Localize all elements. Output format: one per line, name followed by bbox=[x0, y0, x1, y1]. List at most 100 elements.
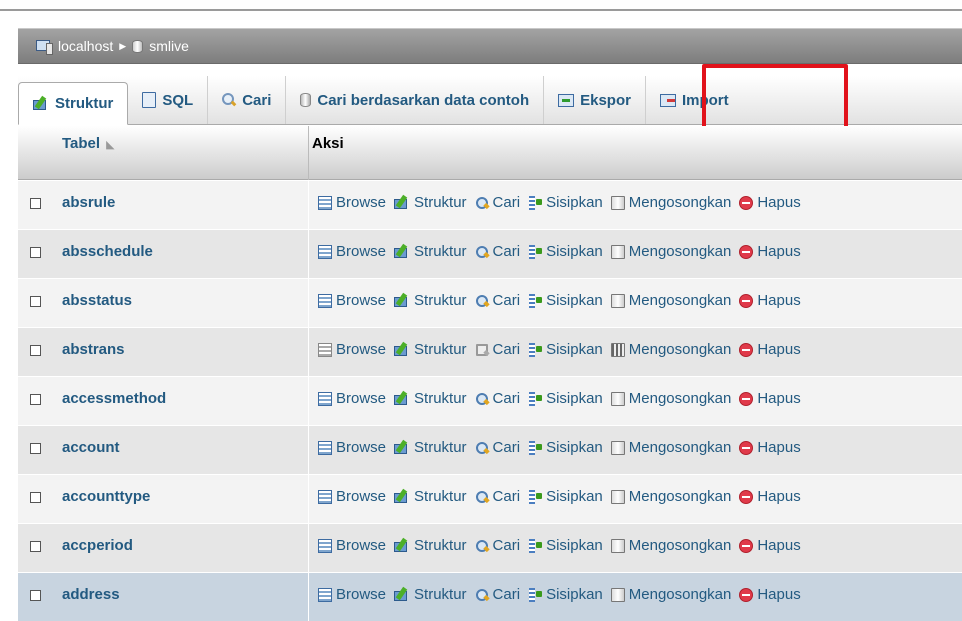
sisipkan-action[interactable]: Sisipkan bbox=[528, 439, 603, 456]
table-name-link[interactable]: abstrans bbox=[62, 341, 125, 358]
table-name-link[interactable]: accessmethod bbox=[62, 390, 166, 407]
browse-icon bbox=[318, 440, 332, 455]
struktur-action[interactable]: Struktur bbox=[394, 586, 467, 603]
breadcrumb-database[interactable]: smlive bbox=[132, 38, 189, 54]
hapus-action[interactable]: Hapus bbox=[739, 537, 801, 554]
row-divider bbox=[308, 377, 309, 425]
table-row[interactable]: absrule Browse Struktur Cari Sisipkan Mengoso… bbox=[18, 180, 962, 229]
cari-action[interactable]: Cari bbox=[475, 488, 520, 505]
table-row[interactable]: accessmethod Browse Struktur Cari Sisipkan Me… bbox=[18, 376, 962, 425]
table-row[interactable]: absschedule Browse Struktur Cari Sisipkan Men… bbox=[18, 229, 962, 278]
tab-ekspor[interactable]: Ekspor bbox=[544, 76, 646, 124]
hapus-action[interactable]: Hapus bbox=[739, 586, 801, 603]
table-name-link[interactable]: accounttype bbox=[62, 488, 150, 505]
mengosongkan-action[interactable]: Mengosongkan bbox=[610, 488, 731, 505]
sisipkan-action[interactable]: Sisipkan bbox=[528, 537, 603, 554]
hapus-action[interactable]: Hapus bbox=[739, 390, 801, 407]
browse-action[interactable]: Browse bbox=[318, 341, 386, 358]
sisipkan-action[interactable]: Sisipkan bbox=[528, 390, 603, 407]
struktur-action[interactable]: Struktur bbox=[394, 488, 467, 505]
browse-action[interactable]: Browse bbox=[318, 194, 386, 211]
row-actions: Browse Struktur Cari Sisipkan Mengosongkan Ha… bbox=[318, 586, 809, 603]
cari-action[interactable]: Cari bbox=[475, 292, 520, 309]
row-checkbox[interactable] bbox=[30, 394, 41, 405]
table-row[interactable]: account Browse Struktur Cari Sisipkan Mengoso… bbox=[18, 425, 962, 474]
browse-action[interactable]: Browse bbox=[318, 243, 386, 260]
empty-icon bbox=[610, 195, 625, 210]
browse-action[interactable]: Browse bbox=[318, 439, 386, 456]
insert-icon bbox=[528, 244, 543, 259]
struktur-action[interactable]: Struktur bbox=[394, 194, 467, 211]
cari-action[interactable]: Cari bbox=[475, 586, 520, 603]
row-checkbox[interactable] bbox=[30, 590, 41, 601]
hapus-action[interactable]: Hapus bbox=[739, 439, 801, 456]
row-checkbox[interactable] bbox=[30, 296, 41, 307]
tab-query-by-example[interactable]: Cari berdasarkan data contoh bbox=[286, 76, 545, 124]
table-row[interactable]: accperiod Browse Struktur Cari Sisipkan Mengo… bbox=[18, 523, 962, 572]
hapus-action[interactable]: Hapus bbox=[739, 292, 801, 309]
sisipkan-action[interactable]: Sisipkan bbox=[528, 586, 603, 603]
table-name-link[interactable]: account bbox=[62, 439, 120, 456]
cari-action[interactable]: Cari bbox=[475, 341, 520, 358]
sisipkan-action[interactable]: Sisipkan bbox=[528, 194, 603, 211]
struktur-action[interactable]: Struktur bbox=[394, 341, 467, 358]
row-checkbox[interactable] bbox=[30, 247, 41, 258]
cari-action[interactable]: Cari bbox=[475, 537, 520, 554]
server-icon bbox=[36, 39, 53, 55]
mengosongkan-action[interactable]: Mengosongkan bbox=[610, 586, 731, 603]
table-name-link[interactable]: absstatus bbox=[62, 292, 132, 309]
table-row[interactable]: absstatus Browse Struktur Cari Sisipkan Mengo… bbox=[18, 278, 962, 327]
struktur-action[interactable]: Struktur bbox=[394, 243, 467, 260]
struktur-action[interactable]: Struktur bbox=[394, 292, 467, 309]
browse-action[interactable]: Browse bbox=[318, 537, 386, 554]
table-name-link[interactable]: absrule bbox=[62, 194, 115, 211]
row-checkbox[interactable] bbox=[30, 198, 41, 209]
cari-action[interactable]: Cari bbox=[475, 194, 520, 211]
table-row[interactable]: accounttype Browse Struktur Cari Sisipkan Men… bbox=[18, 474, 962, 523]
sisipkan-action[interactable]: Sisipkan bbox=[528, 243, 603, 260]
database-label[interactable]: smlive bbox=[149, 38, 189, 54]
struktur-action[interactable]: Struktur bbox=[394, 439, 467, 456]
breadcrumb-server[interactable]: localhost bbox=[36, 38, 113, 55]
browse-action[interactable]: Browse bbox=[318, 292, 386, 309]
mengosongkan-action[interactable]: Mengosongkan bbox=[610, 439, 731, 456]
row-checkbox[interactable] bbox=[30, 541, 41, 552]
table-name-link[interactable]: address bbox=[62, 586, 120, 603]
browse-action[interactable]: Browse bbox=[318, 586, 386, 603]
sisipkan-label: Sisipkan bbox=[546, 194, 603, 211]
tab-struktur[interactable]: Struktur bbox=[18, 82, 129, 125]
table-row[interactable]: abstrans Browse Struktur Cari Sisipkan Mengos… bbox=[18, 327, 962, 376]
mengosongkan-action[interactable]: Mengosongkan bbox=[610, 537, 731, 554]
browse-action[interactable]: Browse bbox=[318, 390, 386, 407]
struktur-action[interactable]: Struktur bbox=[394, 390, 467, 407]
tab-sql[interactable]: SQL bbox=[128, 76, 209, 124]
browse-icon bbox=[318, 293, 332, 308]
sisipkan-action[interactable]: Sisipkan bbox=[528, 341, 603, 358]
server-label[interactable]: localhost bbox=[58, 38, 113, 54]
hapus-action[interactable]: Hapus bbox=[739, 488, 801, 505]
table-name-link[interactable]: accperiod bbox=[62, 537, 133, 554]
hapus-action[interactable]: Hapus bbox=[739, 341, 801, 358]
hapus-action[interactable]: Hapus bbox=[739, 243, 801, 260]
row-checkbox[interactable] bbox=[30, 345, 41, 356]
mengosongkan-action[interactable]: Mengosongkan bbox=[610, 341, 731, 358]
sisipkan-action[interactable]: Sisipkan bbox=[528, 488, 603, 505]
browse-action[interactable]: Browse bbox=[318, 488, 386, 505]
sisipkan-action[interactable]: Sisipkan bbox=[528, 292, 603, 309]
tab-cari[interactable]: Cari bbox=[208, 76, 287, 124]
mengosongkan-action[interactable]: Mengosongkan bbox=[610, 292, 731, 309]
tab-ekspor-label: Ekspor bbox=[580, 91, 631, 109]
table-name-link[interactable]: absschedule bbox=[62, 243, 153, 260]
cari-action[interactable]: Cari bbox=[475, 390, 520, 407]
struktur-icon bbox=[394, 343, 410, 357]
mengosongkan-action[interactable]: Mengosongkan bbox=[610, 194, 731, 211]
hapus-action[interactable]: Hapus bbox=[739, 194, 801, 211]
cari-action[interactable]: Cari bbox=[475, 243, 520, 260]
mengosongkan-action[interactable]: Mengosongkan bbox=[610, 390, 731, 407]
mengosongkan-action[interactable]: Mengosongkan bbox=[610, 243, 731, 260]
struktur-action[interactable]: Struktur bbox=[394, 537, 467, 554]
row-checkbox[interactable] bbox=[30, 443, 41, 454]
row-checkbox[interactable] bbox=[30, 492, 41, 503]
column-header-tabel[interactable]: Tabel ◣ bbox=[62, 135, 115, 152]
cari-action[interactable]: Cari bbox=[475, 439, 520, 456]
